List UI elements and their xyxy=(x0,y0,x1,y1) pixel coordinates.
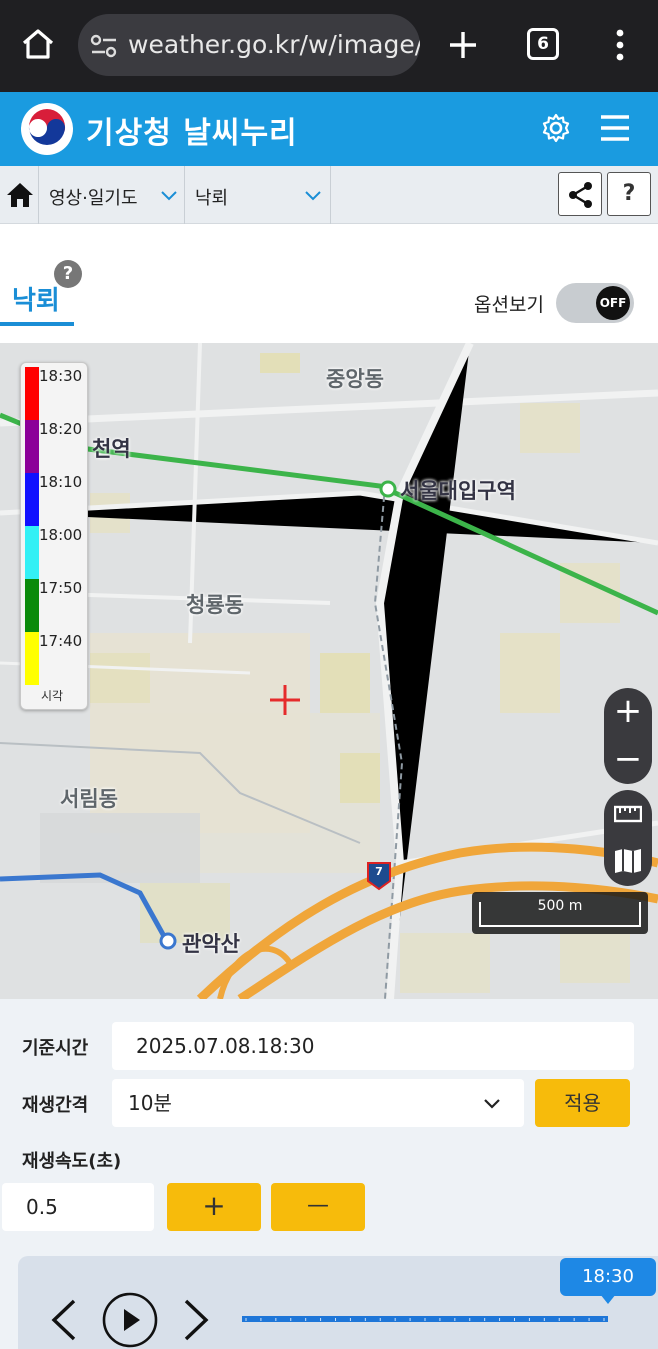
current-time-badge: 18:30 xyxy=(560,1258,656,1296)
map-tools xyxy=(604,790,652,886)
help-button[interactable]: ? xyxy=(607,172,651,216)
scale-label: 500 m xyxy=(537,898,583,914)
route-badge: 7 xyxy=(375,865,383,878)
legend-color-segment xyxy=(25,632,39,685)
crosshair-marker xyxy=(270,685,300,715)
map-scale: 500 m xyxy=(472,892,648,934)
legend-tick-label: 17:50 xyxy=(39,579,83,597)
site-title[interactable]: 기상청 날씨누리 xyxy=(86,108,298,152)
breadcrumb-category-label: 영상·일기도 xyxy=(49,188,138,209)
breadcrumb-category-select[interactable]: 영상·일기도 xyxy=(39,166,184,224)
home-icon[interactable] xyxy=(6,182,34,208)
site-header: 기상청 날씨누리 xyxy=(0,92,658,166)
help-button-label: ? xyxy=(622,181,636,206)
speed-plus-button[interactable]: + xyxy=(167,1183,261,1231)
browser-toolbar: weather.go.kr/w/image/lg 6 xyxy=(0,0,658,92)
interval-label: 재생간격 xyxy=(22,1095,89,1116)
map-label-seorim: 서림동 xyxy=(60,787,118,811)
chevron-down-icon xyxy=(484,1099,500,1109)
hamburger-menu-icon[interactable] xyxy=(600,114,630,142)
interval-select[interactable]: 10분 xyxy=(112,1079,524,1127)
interval-value: 10분 xyxy=(128,1091,172,1115)
gear-icon[interactable] xyxy=(540,112,572,144)
tab-underline xyxy=(0,322,74,326)
legend-tick-label: 18:00 xyxy=(39,526,83,544)
legend-color-segment xyxy=(25,420,39,473)
tab-count: 6 xyxy=(537,34,549,54)
play-icon[interactable] xyxy=(102,1292,158,1348)
home-icon[interactable] xyxy=(20,26,56,62)
tab-switcher-icon[interactable]: 6 xyxy=(527,28,559,60)
share-icon xyxy=(569,182,592,208)
map-layers-icon[interactable] xyxy=(614,848,642,874)
speed-minus-button[interactable]: — xyxy=(271,1183,365,1231)
zoom-controls: + − xyxy=(604,688,652,784)
map-label-cheongryong: 청룡동 xyxy=(186,593,244,617)
map-label-jungang: 중앙동 xyxy=(326,367,384,391)
legend-tick-label: 18:30 xyxy=(39,367,83,385)
station-label-gwanak: 관악산 xyxy=(182,932,240,956)
speed-label: 재생속도(초) xyxy=(22,1151,122,1172)
apply-button[interactable]: 적용 xyxy=(535,1079,630,1127)
legend-tick-label: 17:40 xyxy=(39,632,83,650)
base-time-label: 기준시간 xyxy=(22,1038,89,1059)
next-icon[interactable] xyxy=(182,1299,210,1341)
legend-color-segment xyxy=(25,367,39,420)
zoom-in-icon[interactable]: + xyxy=(604,688,652,736)
speed-field[interactable]: 0.5 xyxy=(2,1183,154,1231)
option-view-label: 옵션보기 xyxy=(474,294,544,316)
time-badge-pointer xyxy=(600,1294,616,1304)
breadcrumb-page-select[interactable]: 낙뢰 xyxy=(185,166,330,224)
tab-help-button[interactable]: ? xyxy=(54,260,82,288)
legend-color-segment xyxy=(25,579,39,632)
legend-color-segment xyxy=(25,526,39,579)
address-bar[interactable]: weather.go.kr/w/image/lg xyxy=(78,14,420,76)
previous-icon[interactable] xyxy=(50,1299,78,1341)
legend-caption: 시각 xyxy=(41,689,64,703)
legend-color-segment xyxy=(25,473,39,526)
chevron-down-icon xyxy=(161,191,177,201)
station-label-cheon: 천역 xyxy=(92,437,131,461)
divider xyxy=(330,166,331,224)
ruler-icon[interactable] xyxy=(614,802,642,826)
tab-help-label: ? xyxy=(62,263,74,284)
new-tab-icon[interactable] xyxy=(448,30,478,60)
base-time-field[interactable]: 2025.07.08.18:30 xyxy=(112,1022,634,1070)
more-menu-icon[interactable] xyxy=(610,28,630,62)
time-color-legend: 18:30 18:20 18:10 18:00 17:50 17:40 시각 xyxy=(20,362,88,710)
timeline-ticks xyxy=(245,1318,605,1321)
url-text: weather.go.kr/w/image/lg xyxy=(128,30,420,59)
site-settings-icon[interactable] xyxy=(90,34,118,58)
legend-tick-label: 18:10 xyxy=(39,473,83,491)
chevron-down-icon xyxy=(305,191,321,201)
tab-lightning[interactable]: 낙뢰 xyxy=(12,280,60,317)
option-view-toggle[interactable]: OFF xyxy=(556,283,634,323)
breadcrumb-page-label: 낙뢰 xyxy=(195,188,229,209)
share-button[interactable] xyxy=(558,172,602,216)
kma-emblem[interactable] xyxy=(20,102,74,156)
legend-tick-label: 18:20 xyxy=(39,420,83,438)
station-label-snu: 서울대입구역 xyxy=(400,479,516,503)
toggle-knob: OFF xyxy=(596,286,630,320)
zoom-out-icon[interactable]: − xyxy=(604,736,652,784)
